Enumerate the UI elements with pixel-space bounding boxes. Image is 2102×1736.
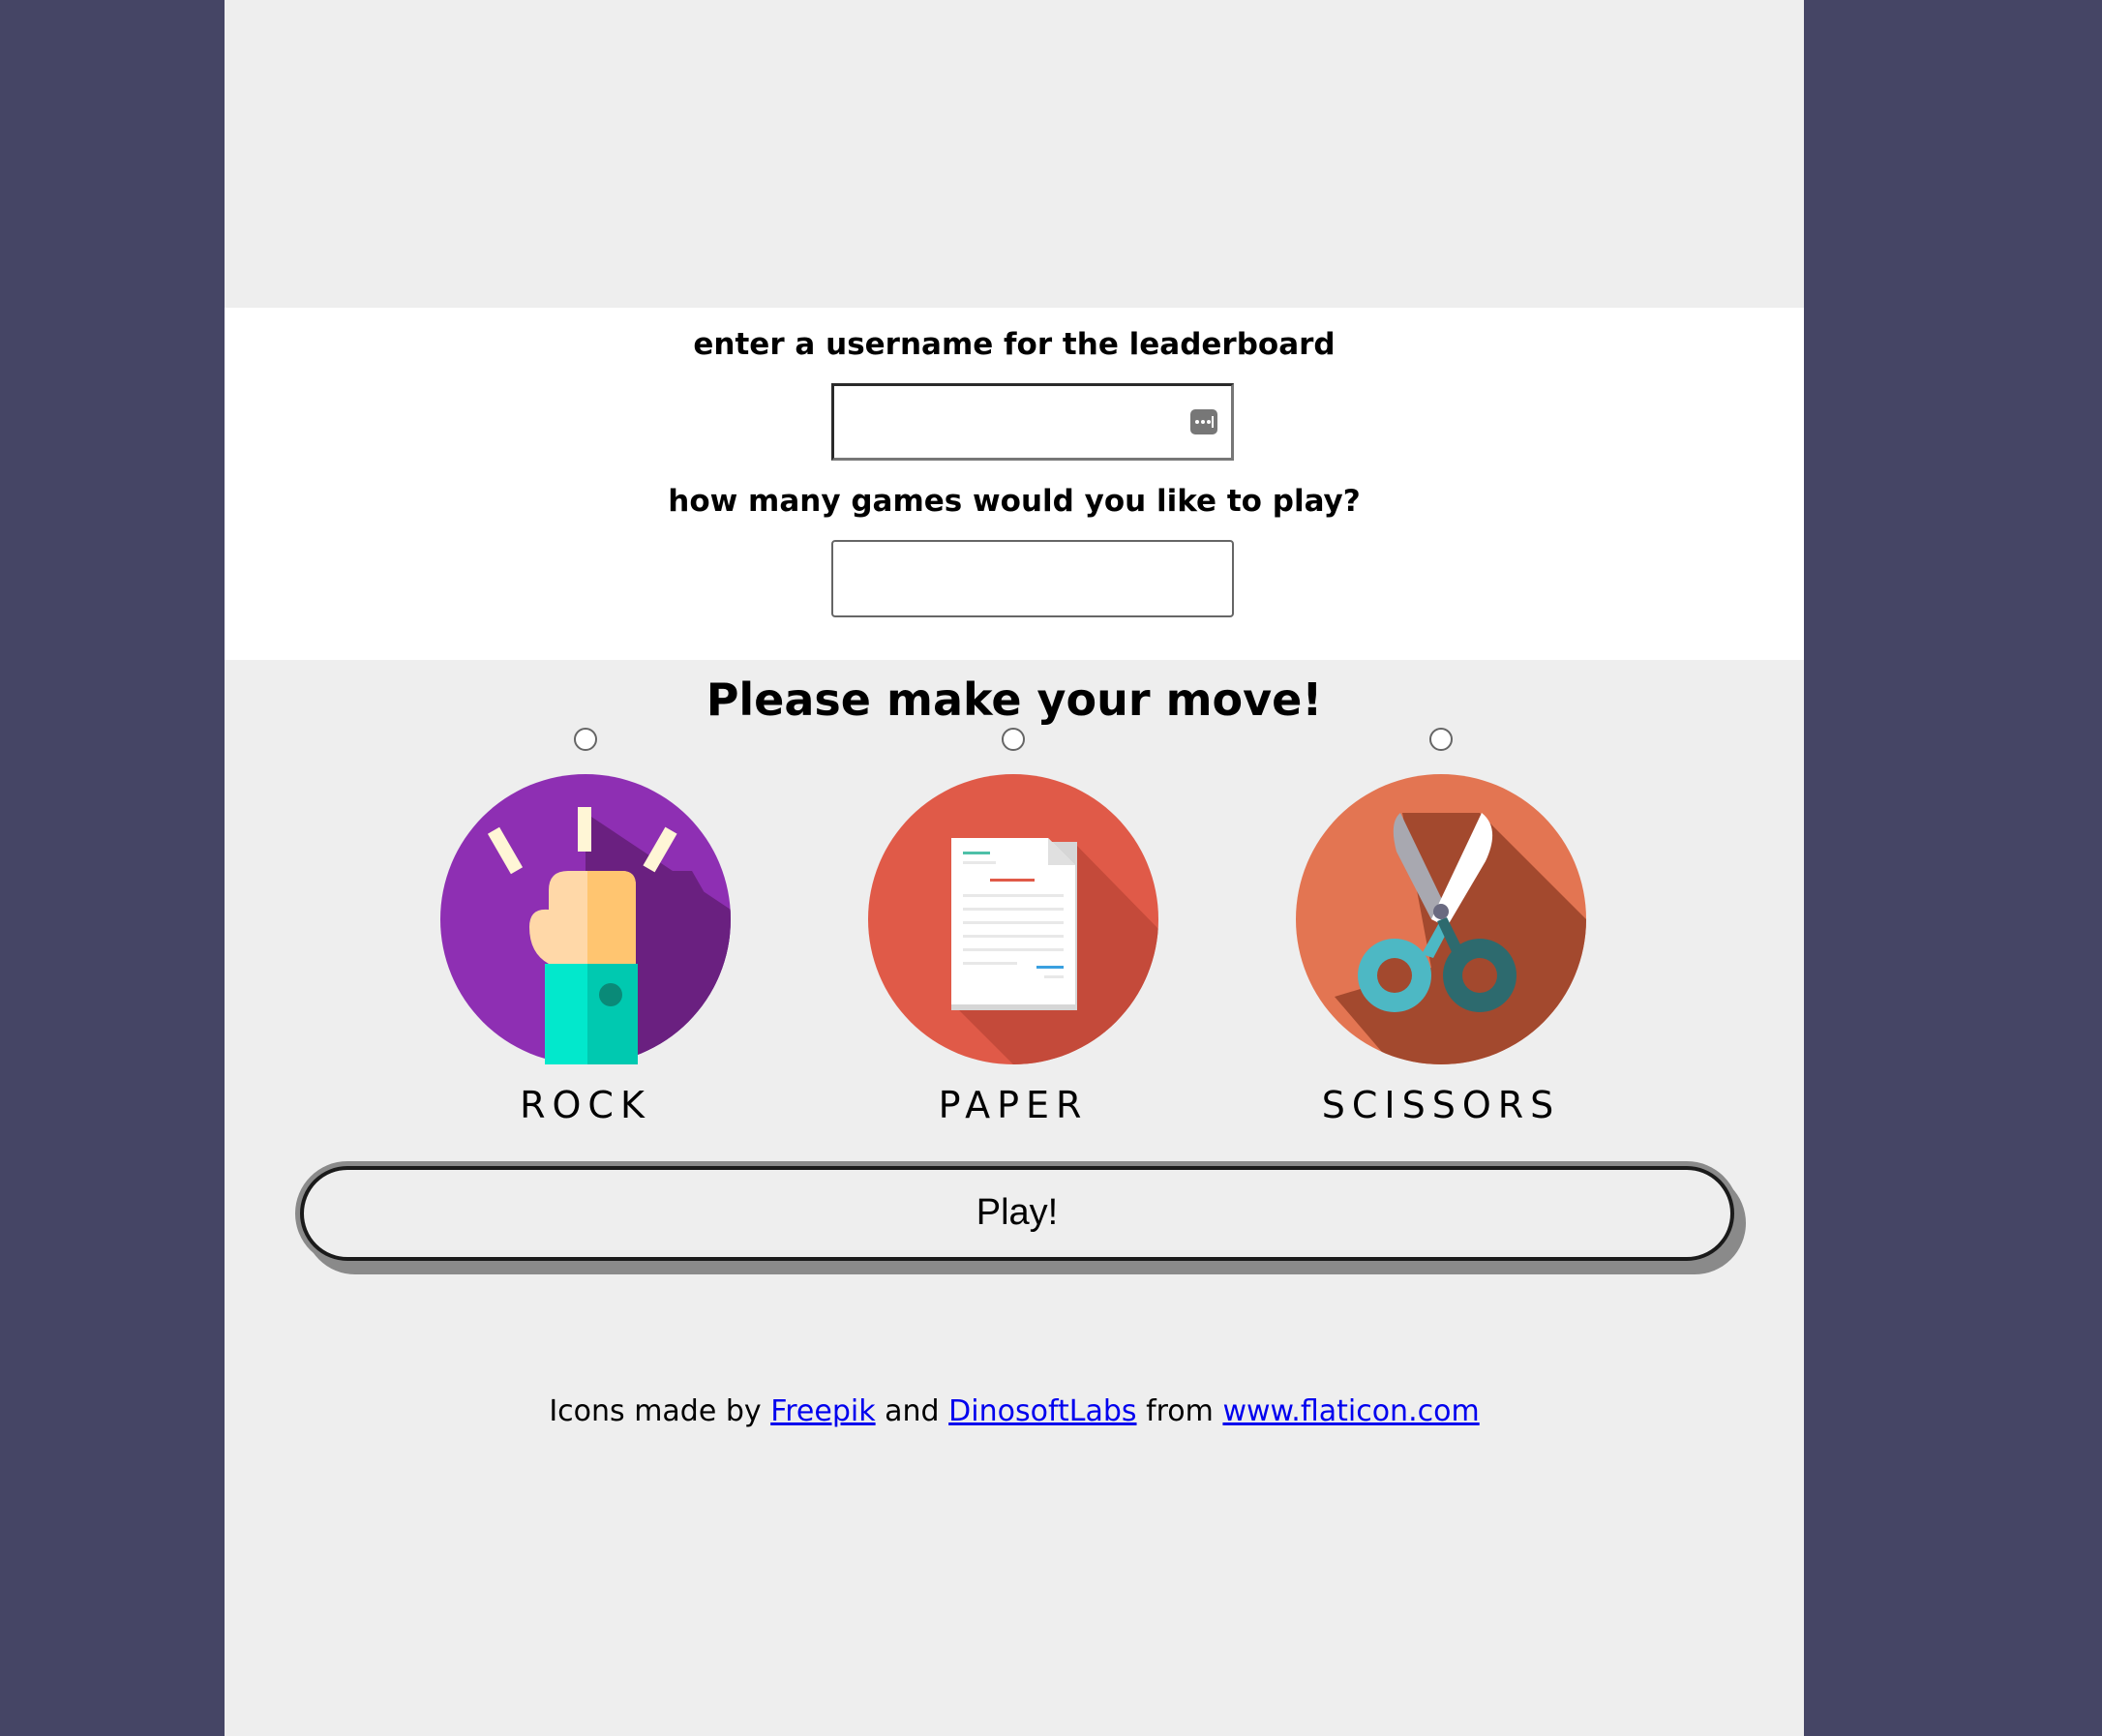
flaticon-link[interactable]: www.flaticon.com: [1222, 1394, 1479, 1428]
rock-radio[interactable]: [574, 728, 597, 751]
games-count-field-wrapper: [831, 540, 1234, 617]
games-count-label: how many games would you like to play?: [668, 484, 1361, 519]
choice-scissors[interactable]: SCISSORS: [1296, 728, 1586, 1134]
paper-label: PAPER: [938, 1084, 1089, 1126]
rock-fist-icon[interactable]: [440, 774, 731, 1064]
password-manager-icon[interactable]: [1190, 409, 1217, 434]
paper-radio[interactable]: [1002, 728, 1025, 751]
scissors-label: SCISSORS: [1321, 1084, 1561, 1126]
username-field-wrapper: [831, 383, 1234, 461]
play-button[interactable]: Play!: [300, 1166, 1734, 1261]
credits-prefix: Icons made by: [549, 1394, 762, 1428]
dinosoftlabs-link[interactable]: DinosoftLabs: [948, 1394, 1136, 1428]
username-label: enter a username for the leaderboard: [693, 327, 1336, 362]
icon-credits: Icons made by Freepik and DinosoftLabs f…: [225, 1394, 1804, 1428]
rock-label: ROCK: [520, 1084, 651, 1126]
credits-from: from: [1146, 1394, 1214, 1428]
header-area: [225, 0, 1804, 308]
paper-document-icon[interactable]: [868, 774, 1158, 1064]
page-container: enter a username for the leaderboard how…: [225, 0, 1804, 1736]
choice-rock[interactable]: ROCK: [440, 728, 731, 1134]
username-input[interactable]: [834, 386, 1231, 458]
move-heading: Please make your move!: [706, 673, 1323, 726]
games-count-input[interactable]: [833, 542, 1232, 615]
freepik-link[interactable]: Freepik: [770, 1394, 875, 1428]
scissors-icon[interactable]: [1296, 774, 1586, 1064]
scissors-radio[interactable]: [1429, 728, 1453, 751]
choice-paper[interactable]: PAPER: [868, 728, 1158, 1134]
credits-and: and: [885, 1394, 940, 1428]
